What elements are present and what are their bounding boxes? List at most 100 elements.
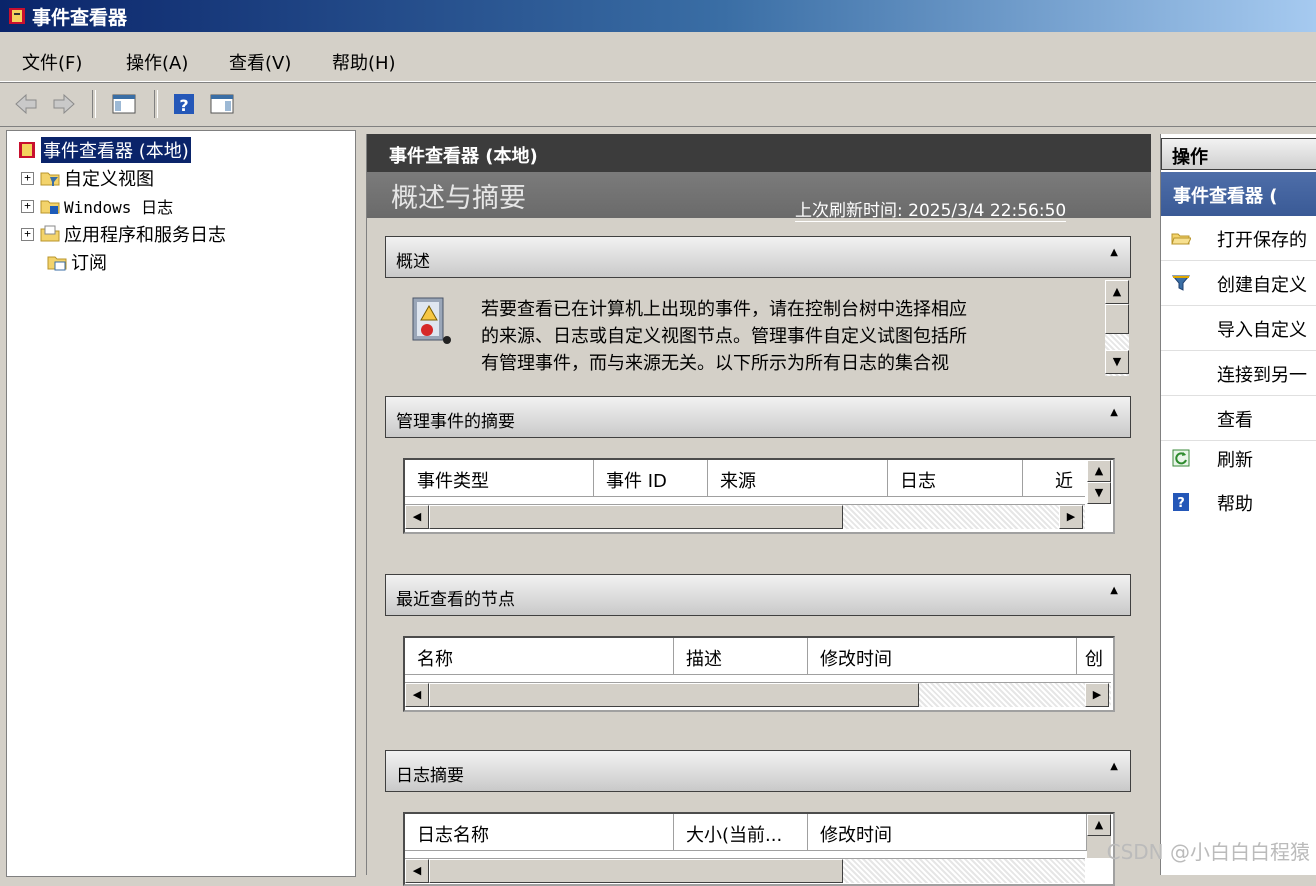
action-help[interactable]: ? 帮助: [1161, 480, 1316, 524]
column-header-size[interactable]: 大小(当前...: [674, 814, 808, 851]
overview-panel: 概述 ▲ 若要查看已在计算机上出现的事件，请在控制台树中选择相应 的来源、日志或…: [385, 236, 1131, 380]
scroll-right-icon[interactable]: ▶: [1085, 683, 1109, 707]
collapse-icon[interactable]: ▲: [1110, 407, 1118, 418]
subscription-icon: [47, 256, 67, 271]
svg-text:?: ?: [179, 96, 188, 115]
actions-pane: 操作 事件查看器 ( 打开保存的 创建自定义 导入自定义 连接到另一 查看 刷新…: [1160, 134, 1316, 875]
recent-nodes-horizontal-scrollbar[interactable]: ◀ ▶: [405, 682, 1111, 707]
scroll-down-icon[interactable]: ▼: [1105, 350, 1129, 374]
column-header-modified-time[interactable]: 修改时间: [808, 638, 1077, 675]
action-label: 打开保存的: [1217, 230, 1307, 251]
forward-arrow-icon[interactable]: [50, 90, 78, 118]
action-create-custom-view[interactable]: 创建自定义: [1161, 261, 1316, 306]
column-header-recent[interactable]: 近: [1023, 460, 1085, 497]
admin-summary-horizontal-scrollbar[interactable]: ◀ ▶: [405, 504, 1085, 529]
overview-description: 若要查看已在计算机上出现的事件，请在控制台树中选择相应 的来源、日志或自定义视图…: [481, 296, 967, 377]
filter-icon: [1171, 275, 1191, 291]
column-header-modified-time[interactable]: 修改时间: [808, 814, 1087, 851]
column-header-name[interactable]: 名称: [405, 638, 674, 675]
actions-subheader-title: 事件查看器 (: [1173, 186, 1278, 207]
event-viewer-icon: [9, 8, 25, 24]
overview-title: 概述与摘要: [391, 183, 526, 214]
center-pane: 事件查看器 (本地) 概述与摘要 上次刷新时间: 2025/3/4 22:56:…: [366, 134, 1151, 886]
tree-item-app-service-logs[interactable]: + 应用程序和服务日志: [21, 221, 226, 247]
column-header-log-name[interactable]: 日志名称: [405, 814, 674, 851]
scroll-right-icon[interactable]: ▶: [1059, 505, 1083, 529]
tree-item-custom-views[interactable]: + 自定义视图: [21, 165, 154, 191]
actions-header-title: 操作: [1172, 147, 1208, 168]
watermark-text: CSDN @小白白白程猿: [1106, 840, 1310, 864]
action-label: 创建自定义: [1217, 275, 1307, 296]
menu-action[interactable]: 操作(A): [126, 49, 188, 75]
tree-item-label: 事件查看器 (本地): [41, 137, 191, 163]
console-tree[interactable]: 事件查看器 (本地) + 自定义视图 + Windows 日志 + 应用程序和服…: [6, 130, 356, 877]
pane-splitter[interactable]: [356, 130, 364, 875]
tree-item-label: Windows 日志: [64, 198, 174, 217]
scroll-thumb[interactable]: [429, 859, 843, 883]
tree-item-subscriptions[interactable]: 订阅: [47, 249, 107, 275]
show-hide-console-tree-icon[interactable]: [110, 90, 138, 118]
scroll-left-icon[interactable]: ◀: [405, 859, 429, 883]
recent-nodes-panel-header[interactable]: 最近查看的节点 ▲: [385, 574, 1131, 616]
log-summary-list[interactable]: 日志名称 大小(当前... 修改时间 ▲ ◀: [403, 812, 1115, 886]
svg-text:?: ?: [1177, 496, 1185, 511]
recent-nodes-list[interactable]: 名称 描述 修改时间 创 ◀ ▶: [403, 636, 1115, 712]
action-label: 导入自定义: [1217, 320, 1307, 341]
panel-title: 最近查看的节点: [396, 590, 515, 610]
scroll-up-icon[interactable]: ▲: [1087, 460, 1111, 482]
scroll-thumb[interactable]: [429, 683, 919, 707]
actions-subheader[interactable]: 事件查看器 (: [1161, 172, 1316, 216]
action-refresh[interactable]: 刷新: [1161, 436, 1316, 480]
tree-item-label: 应用程序和服务日志: [64, 225, 226, 246]
log-summary-panel: 日志摘要 ▲ 日志名称 大小(当前... 修改时间 ▲ ◀: [385, 750, 1131, 886]
tree-item-windows-logs[interactable]: + Windows 日志: [21, 193, 173, 219]
help-icon: ?: [1173, 493, 1189, 511]
help-icon[interactable]: ?: [170, 90, 198, 118]
overview-panel-header[interactable]: 概述 ▲: [385, 236, 1131, 278]
column-header-source[interactable]: 来源: [708, 460, 888, 497]
overview-content: 若要查看已在计算机上出现的事件，请在控制台树中选择相应 的来源、日志或自定义视图…: [385, 278, 1107, 380]
scroll-down-icon[interactable]: ▼: [1087, 482, 1111, 504]
back-arrow-icon[interactable]: [12, 90, 40, 118]
folder-filter-icon: [40, 172, 60, 186]
admin-events-summary-panel: 管理事件的摘要 ▲ 事件类型 事件 ID 来源 日志 近 ▲ ▼ ◀ ▶: [385, 396, 1131, 556]
column-header-event-id[interactable]: 事件 ID: [594, 460, 708, 497]
collapse-icon[interactable]: ▲: [1110, 247, 1118, 258]
scroll-up-icon[interactable]: ▲: [1087, 814, 1111, 836]
action-import-custom-view[interactable]: 导入自定义: [1161, 306, 1316, 351]
column-header-created[interactable]: 创: [1077, 638, 1113, 675]
action-label: 连接到另一: [1217, 365, 1307, 386]
admin-summary-vertical-scrollbar[interactable]: ▲ ▼: [1087, 460, 1111, 504]
expand-icon[interactable]: +: [21, 199, 34, 213]
scroll-up-icon[interactable]: ▲: [1105, 280, 1129, 304]
expand-icon[interactable]: +: [21, 227, 34, 241]
scroll-thumb[interactable]: [429, 505, 843, 529]
toolbar-separator: [92, 90, 96, 118]
show-hide-action-pane-icon[interactable]: [208, 90, 236, 118]
column-header-log[interactable]: 日志: [888, 460, 1023, 497]
scroll-left-icon[interactable]: ◀: [405, 683, 429, 707]
column-header-description[interactable]: 描述: [674, 638, 808, 675]
admin-summary-panel-header[interactable]: 管理事件的摘要 ▲: [385, 396, 1131, 438]
action-connect-to-another-computer[interactable]: 连接到另一: [1161, 351, 1316, 396]
pane-splitter[interactable]: [1152, 130, 1158, 875]
tree-item-event-viewer-local[interactable]: 事件查看器 (本地): [17, 137, 191, 163]
admin-summary-list[interactable]: 事件类型 事件 ID 来源 日志 近 ▲ ▼ ◀ ▶: [403, 458, 1115, 534]
log-summary-panel-header[interactable]: 日志摘要 ▲: [385, 750, 1131, 792]
center-header: 事件查看器 (本地): [367, 134, 1151, 172]
toolbar-separator: [154, 90, 158, 118]
expand-icon[interactable]: +: [21, 171, 34, 185]
action-view[interactable]: 查看: [1161, 396, 1316, 441]
column-header-event-type[interactable]: 事件类型: [405, 460, 594, 497]
scroll-left-icon[interactable]: ◀: [405, 505, 429, 529]
overview-vertical-scrollbar[interactable]: ▲ ▼: [1105, 280, 1129, 376]
menu-view[interactable]: 查看(V): [229, 49, 291, 75]
menu-help[interactable]: 帮助(H): [332, 49, 396, 75]
overview-summary-banner: 概述与摘要 上次刷新时间: 2025/3/4 22:56:50: [367, 172, 1151, 222]
collapse-icon[interactable]: ▲: [1110, 761, 1118, 772]
action-open-saved-log[interactable]: 打开保存的: [1161, 216, 1316, 261]
scroll-thumb[interactable]: [1105, 304, 1129, 334]
panel-title: 日志摘要: [396, 766, 464, 786]
collapse-icon[interactable]: ▲: [1110, 585, 1118, 596]
menu-file[interactable]: 文件(F): [22, 49, 82, 75]
